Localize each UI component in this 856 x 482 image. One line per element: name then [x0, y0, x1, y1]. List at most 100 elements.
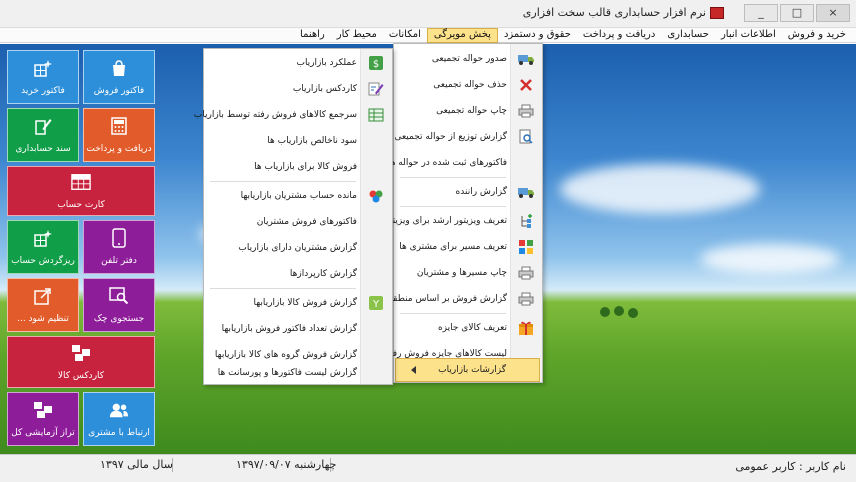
menu-item-goods-sales-report[interactable]: Y گزارش فروش کالا بازاریابها: [203, 290, 392, 316]
tile-label: کارت حساب: [57, 200, 105, 210]
menu-help[interactable]: راهنما: [294, 28, 331, 43]
marketer-reports-submenu: $ عملکرد بازاریاب کاردکس بازاریاب سرجمع …: [194, 48, 393, 386]
tile-sales-invoice[interactable]: فاکتور فروش: [83, 50, 155, 104]
tile-account-card[interactable]: کارت حساب: [7, 166, 155, 216]
menu-item-issue-bulk[interactable]: صدور حواله تجمیعی: [393, 46, 542, 72]
tile-label: کاردکس کالا: [57, 371, 105, 381]
tile-customer-contact[interactable]: ارتباط با مشتری: [83, 392, 155, 446]
printer-icon: [517, 290, 535, 308]
menu-item-goods-sales[interactable]: فروش کالا برای بازاریاب ها: [203, 154, 392, 180]
menu-item-distribution-report[interactable]: گزارش توزیع از حواله تجمیعی: [393, 124, 542, 150]
app-icon: [710, 7, 724, 19]
status-bar: نام کاربر : کاربر عمومی چهارشنبه ۱۳۹۷/۰۹…: [0, 454, 856, 482]
menu-separator: [400, 177, 506, 178]
tile-label: ریزگردش حساب: [11, 256, 75, 266]
tile-label: ارتباط با مشتری: [88, 428, 150, 438]
menu-item-delete-bulk[interactable]: حذف حواله تجمیعی: [393, 72, 542, 98]
status-fiscal-year: سال مالی ۱۳۹۷: [100, 458, 173, 471]
menu-workspace[interactable]: محیط کار: [331, 28, 383, 43]
menu-item-invoice-count[interactable]: گزارش تعداد فاکتور فروش بازاریابها: [203, 316, 392, 342]
tile-label: سند حسابداری: [15, 144, 71, 154]
menu-item-marketer-reports[interactable]: گزارشات بازاریاب: [395, 358, 540, 382]
grid-icon: [71, 172, 91, 192]
tile-goods-card[interactable]: کاردکس کالا: [7, 336, 155, 388]
table-icon: [367, 106, 385, 124]
menu-item-marketer-performance[interactable]: $ عملکرد بازاریاب: [203, 50, 392, 76]
tile-label: فاکتور فروش: [93, 86, 145, 96]
menu-item-procurement-report[interactable]: گزارش کارپردازها: [203, 261, 392, 287]
delete-x-icon: [517, 76, 535, 94]
tile-receive-pay[interactable]: دریافت و پرداخت: [83, 108, 155, 162]
tile-settings[interactable]: تنظیم شود ...: [7, 278, 79, 332]
menu-item-sold-goods-total[interactable]: سرجمع کالاهای فروش رفته توسط بازاریاب: [194, 102, 392, 128]
window-controls: _ □ ×: [744, 4, 850, 22]
status-user: نام کاربر : کاربر عمومی: [735, 460, 846, 473]
menu-item-customers-with-marketer[interactable]: گزارش مشتریان دارای بازاریاب: [203, 235, 392, 261]
tile-purchase-invoice[interactable]: فاکتور خرید: [7, 50, 79, 104]
menu-distribution[interactable]: پخش مویرگی: [426, 28, 498, 43]
phone-icon: [109, 228, 129, 248]
edit-doc-icon: [33, 116, 53, 136]
tile-trial-balance[interactable]: تراز آزمایشی کل: [7, 392, 79, 446]
menu-sales[interactable]: خرید و فروش: [782, 28, 852, 43]
pen-doc-icon: [367, 80, 385, 98]
menu-item-registered-invoices[interactable]: فاکتورهای ثبت شده در حواله ها: [388, 150, 542, 176]
menu-bar: خرید و فروش اطلاعات انبار حسابداری دریاف…: [0, 28, 856, 43]
maximize-button[interactable]: □: [780, 4, 814, 22]
magnifier-doc-icon: [517, 128, 535, 146]
truck-icon: [517, 183, 535, 201]
menu-item-driver-report[interactable]: گزارش راننده: [393, 179, 542, 205]
menu-item-invoice-commission-list[interactable]: گزارش لیست فاکتورها و پورسانت ها: [203, 360, 392, 386]
arrow-left-icon: [405, 361, 423, 379]
external-link-icon: [33, 286, 53, 306]
printer-icon: [517, 102, 535, 120]
filter-y-icon: Y: [367, 294, 385, 312]
squares-icon: [71, 343, 91, 363]
grid-sparkle-icon: [33, 228, 53, 248]
tile-label: دفتر تلفن: [101, 256, 137, 266]
svg-text:Y: Y: [372, 299, 380, 310]
close-button[interactable]: ×: [816, 4, 850, 22]
menu-item-define-senior-visitor[interactable]: تعریف ویزیتور ارشد برای ویزیتور: [384, 208, 542, 234]
menu-payroll[interactable]: حقوق و دستمزد: [498, 28, 577, 43]
tree-add-icon: [517, 212, 535, 230]
squares-icon: [33, 400, 53, 420]
menu-item-marketer-cardex[interactable]: کاردکس بازاریاب: [203, 76, 392, 102]
title-bar: نرم افزار حسابداری قالب سخت افزاری _ □ ×: [0, 0, 856, 28]
printer-icon: [517, 264, 535, 282]
menu-accounting[interactable]: حسابداری: [661, 28, 715, 43]
menu-tools[interactable]: امکانات: [383, 28, 427, 43]
tile-label: دریافت و پرداخت: [86, 144, 152, 154]
calculator-icon: [109, 116, 129, 136]
menu-separator: [400, 313, 506, 314]
tile-phonebook[interactable]: دفتر تلفن: [83, 220, 155, 274]
window-title: نرم افزار حسابداری قالب سخت افزاری: [522, 6, 706, 19]
menu-inventory[interactable]: اطلاعات انبار: [715, 28, 782, 43]
users-icon: [109, 400, 129, 420]
menu-item-region-sales[interactable]: گزارش فروش بر اساس منطقه: [388, 286, 542, 312]
menu-separator: [210, 181, 356, 182]
tile-label: جستجوی چک: [93, 314, 145, 324]
shopping-bag-icon: [109, 58, 129, 78]
tile-accounting-doc[interactable]: سند حسابداری: [7, 108, 79, 162]
menu-receive-pay[interactable]: دریافت و پرداخت: [577, 28, 661, 43]
tile-account-detail[interactable]: ریزگردش حساب: [7, 220, 79, 274]
menu-item-gross-profit[interactable]: سود ناخالص بازاریاب ها: [203, 128, 392, 154]
menu-item-define-prize[interactable]: تعریف کالای جایزه: [393, 315, 542, 341]
tile-check-search[interactable]: جستجوی چک: [83, 278, 155, 332]
tile-label: فاکتور خرید: [21, 86, 65, 96]
status-date: چهارشنبه ۱۳۹۷/۰۹/۰۷: [236, 458, 337, 471]
menu-separator: [210, 288, 356, 289]
menu-item-print-routes[interactable]: چاپ مسیرها و مشتریان: [393, 260, 542, 286]
gift-icon: [517, 319, 535, 337]
menu-item-customer-balance[interactable]: مانده حساب مشتریان بازاریابها: [203, 183, 392, 209]
tile-label: تنظیم شود ...: [17, 314, 69, 324]
route-grid-icon: [517, 238, 535, 256]
truck-icon: [517, 50, 535, 68]
menu-item-customer-invoices[interactable]: فاکتورهای فروش مشتریان: [203, 209, 392, 235]
svg-text:$: $: [373, 59, 379, 70]
menu-item-print-bulk[interactable]: چاپ حواله تجمیعی: [393, 98, 542, 124]
menu-item-define-route[interactable]: تعریف مسیر برای مشتری ها: [393, 234, 542, 260]
grid-sparkle-icon: [33, 58, 53, 78]
minimize-button[interactable]: _: [744, 4, 778, 22]
